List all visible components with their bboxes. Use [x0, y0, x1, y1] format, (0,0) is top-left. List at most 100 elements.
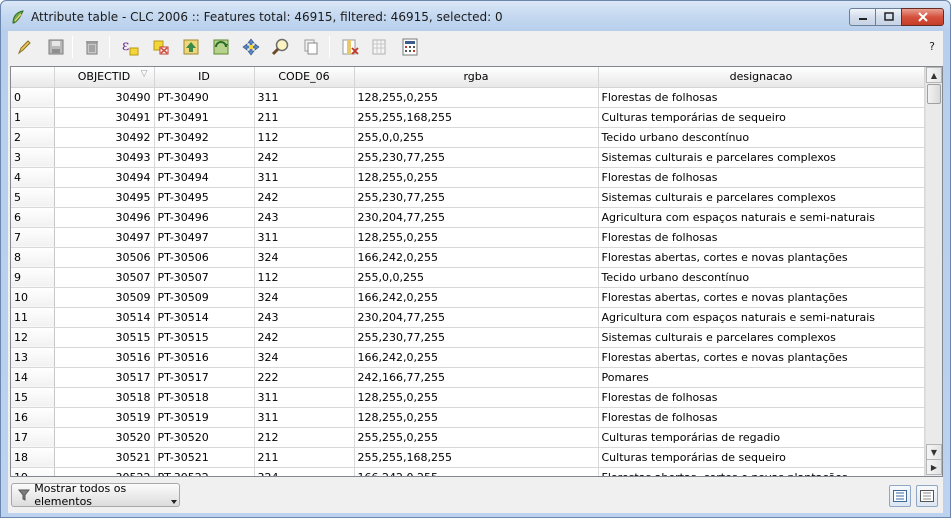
cell-id[interactable]: PT-30522: [154, 467, 255, 476]
cell-code[interactable]: 211: [254, 447, 355, 468]
cell-rgba[interactable]: 166,242,0,255: [354, 467, 599, 476]
cell-designacao[interactable]: Agricultura com espaços naturais e semi-…: [598, 207, 925, 228]
row-header[interactable]: 10: [11, 287, 55, 308]
cell-id[interactable]: PT-30517: [154, 367, 255, 388]
cell-rgba[interactable]: 230,204,77,255: [354, 207, 599, 228]
cell-rgba[interactable]: 128,255,0,255: [354, 387, 599, 408]
save-edits-button[interactable]: [44, 35, 68, 59]
cell-rgba[interactable]: 255,255,168,255: [354, 107, 599, 128]
row-header[interactable]: 18: [11, 447, 55, 468]
cell-objectid[interactable]: 30496: [54, 207, 155, 228]
cell-rgba[interactable]: 166,242,0,255: [354, 287, 599, 308]
cell-designacao[interactable]: Sistemas culturais e parcelares complexo…: [598, 147, 925, 168]
cell-code[interactable]: 242: [254, 147, 355, 168]
cell-objectid[interactable]: 30493: [54, 147, 155, 168]
help-button[interactable]: ?: [929, 40, 935, 53]
table-row[interactable]: 16 30519 PT-30519 311 128,255,0,255 Florestas…: [11, 407, 925, 428]
cell-objectid[interactable]: 30514: [54, 307, 155, 328]
cell-rgba[interactable]: 255,230,77,255: [354, 147, 599, 168]
table-view-button[interactable]: [889, 485, 911, 507]
row-header[interactable]: 13: [11, 347, 55, 368]
cell-id[interactable]: PT-30495: [154, 187, 255, 208]
corner-cell[interactable]: [11, 67, 55, 88]
cell-rgba[interactable]: 230,204,77,255: [354, 307, 599, 328]
cell-code[interactable]: 242: [254, 187, 355, 208]
table-row[interactable]: 10 30509 PT-30509 324 166,242,0,255 Florestas…: [11, 287, 925, 308]
table-row[interactable]: 11 30514 PT-30514 243 230,204,77,255 Agricult…: [11, 307, 925, 328]
cell-id[interactable]: PT-30491: [154, 107, 255, 128]
cell-objectid[interactable]: 30491: [54, 107, 155, 128]
cell-designacao[interactable]: Sistemas culturais e parcelares complexo…: [598, 327, 925, 348]
cell-objectid[interactable]: 30490: [54, 87, 155, 108]
scroll-thumb[interactable]: [927, 84, 941, 104]
cell-objectid[interactable]: 30521: [54, 447, 155, 468]
scroll-down-button[interactable]: ▼: [926, 444, 942, 460]
new-column-button[interactable]: [368, 35, 392, 59]
cell-rgba[interactable]: 166,242,0,255: [354, 247, 599, 268]
cell-designacao[interactable]: Florestas de folhosas: [598, 87, 925, 108]
copy-selected-rows-button[interactable]: [299, 35, 323, 59]
cell-code[interactable]: 212: [254, 427, 355, 448]
table-row[interactable]: 14 30517 PT-30517 222 242,166,77,255 Pomares: [11, 367, 925, 388]
cell-rgba[interactable]: 255,255,168,255: [354, 447, 599, 468]
cell-rgba[interactable]: 255,0,0,255: [354, 127, 599, 148]
table-row[interactable]: 0 30490 PT-30490 311 128,255,0,255 Florestas …: [11, 87, 925, 108]
table-row[interactable]: 9 30507 PT-30507 112 255,0,0,255 Tecido urban…: [11, 267, 925, 288]
maximize-button[interactable]: [875, 8, 901, 26]
cell-code[interactable]: 311: [254, 387, 355, 408]
scroll-up-button[interactable]: ▲: [926, 67, 942, 83]
cell-id[interactable]: PT-30520: [154, 427, 255, 448]
table-row[interactable]: 18 30521 PT-30521 211 255,255,168,255 Cultura…: [11, 447, 925, 468]
cell-rgba[interactable]: 255,0,0,255: [354, 267, 599, 288]
cell-code[interactable]: 311: [254, 227, 355, 248]
column-header-objectid[interactable]: OBJECTID ▽: [54, 67, 155, 88]
cell-code[interactable]: 324: [254, 247, 355, 268]
cell-objectid[interactable]: 30492: [54, 127, 155, 148]
cell-designacao[interactable]: Florestas de folhosas: [598, 227, 925, 248]
table-row[interactable]: 3 30493 PT-30493 242 255,230,77,255 Sistemas …: [11, 147, 925, 168]
cell-rgba[interactable]: 242,166,77,255: [354, 367, 599, 388]
row-header[interactable]: 9: [11, 267, 55, 288]
cell-rgba[interactable]: 128,255,0,255: [354, 407, 599, 428]
row-header[interactable]: 19: [11, 467, 55, 476]
table-row[interactable]: 1 30491 PT-30491 211 255,255,168,255 Culturas…: [11, 107, 925, 128]
column-header-designacao[interactable]: designacao: [598, 67, 925, 88]
table-row[interactable]: 19 30522 PT-30522 324 166,242,0,255 Florestas…: [11, 467, 925, 476]
row-header[interactable]: 8: [11, 247, 55, 268]
row-header[interactable]: 0: [11, 87, 55, 108]
cell-code[interactable]: 324: [254, 467, 355, 476]
row-header[interactable]: 2: [11, 127, 55, 148]
cell-rgba[interactable]: 255,230,77,255: [354, 327, 599, 348]
cell-designacao[interactable]: Florestas abertas, cortes e novas planta…: [598, 347, 925, 368]
cell-code[interactable]: 243: [254, 307, 355, 328]
vertical-scrollbar[interactable]: ▲ ▼ ▶: [925, 67, 942, 476]
cell-rgba[interactable]: 128,255,0,255: [354, 227, 599, 248]
cell-id[interactable]: PT-30518: [154, 387, 255, 408]
row-header[interactable]: 3: [11, 147, 55, 168]
close-button[interactable]: [901, 8, 944, 26]
table-row[interactable]: 15 30518 PT-30518 311 128,255,0,255 Florestas…: [11, 387, 925, 408]
cell-id[interactable]: PT-30509: [154, 287, 255, 308]
cell-designacao[interactable]: Tecido urbano descontínuo: [598, 127, 925, 148]
form-view-button[interactable]: [916, 485, 938, 507]
cell-rgba[interactable]: 166,242,0,255: [354, 347, 599, 368]
row-header[interactable]: 15: [11, 387, 55, 408]
row-header[interactable]: 14: [11, 367, 55, 388]
title-bar[interactable]: Attribute table - CLC 2006 :: Features t…: [1, 1, 950, 31]
cell-code[interactable]: 311: [254, 167, 355, 188]
cell-designacao[interactable]: Florestas de folhosas: [598, 167, 925, 188]
scroll-right-button[interactable]: ▶: [926, 459, 942, 475]
delete-selected-button[interactable]: [80, 35, 104, 59]
cell-designacao[interactable]: Florestas de folhosas: [598, 407, 925, 428]
cell-rgba[interactable]: 255,255,0,255: [354, 427, 599, 448]
cell-objectid[interactable]: 30518: [54, 387, 155, 408]
table-row[interactable]: 12 30515 PT-30515 242 255,230,77,255 Sistemas…: [11, 327, 925, 348]
row-header[interactable]: 5: [11, 187, 55, 208]
cell-id[interactable]: PT-30494: [154, 167, 255, 188]
table-row[interactable]: 8 30506 PT-30506 324 166,242,0,255 Florestas …: [11, 247, 925, 268]
row-header[interactable]: 17: [11, 427, 55, 448]
table-row[interactable]: 6 30496 PT-30496 243 230,204,77,255 Agricultu…: [11, 207, 925, 228]
cell-objectid[interactable]: 30497: [54, 227, 155, 248]
row-header[interactable]: 16: [11, 407, 55, 428]
cell-objectid[interactable]: 30522: [54, 467, 155, 476]
